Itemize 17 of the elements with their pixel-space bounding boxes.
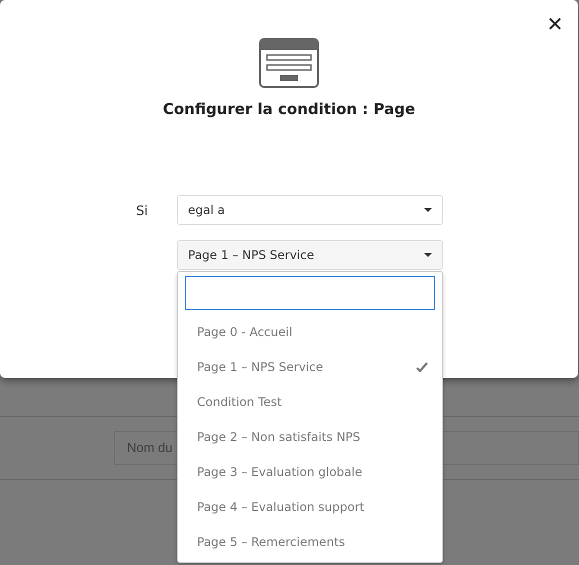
- operator-select[interactable]: egal a: [177, 195, 443, 225]
- option-item[interactable]: Page 5 – Remerciements: [178, 524, 442, 559]
- condition-label: Si: [136, 203, 148, 221]
- page-select[interactable]: Page 1 – NPS Service: [177, 240, 443, 270]
- option-item[interactable]: Page 2 – Non satisfaits NPS: [178, 419, 442, 454]
- option-item[interactable]: Page 3 – Evaluation globale: [178, 454, 442, 489]
- caret-icon: [424, 208, 432, 212]
- option-item[interactable]: Page 1 – NPS Service: [178, 349, 442, 384]
- option-item[interactable]: Condition Test: [178, 384, 442, 419]
- option-item[interactable]: Page 4 – Evaluation support: [178, 489, 442, 524]
- dialog-title: Configurer la condition : Page: [162, 99, 416, 120]
- placeholder-text: Nom du: [127, 439, 173, 458]
- caret-icon: [424, 253, 432, 257]
- search-field[interactable]: [185, 276, 435, 310]
- option-item[interactable]: Page 0 - Accueil: [178, 314, 442, 349]
- close-button[interactable]: ✕: [544, 12, 566, 36]
- form-window-icon: [259, 38, 319, 88]
